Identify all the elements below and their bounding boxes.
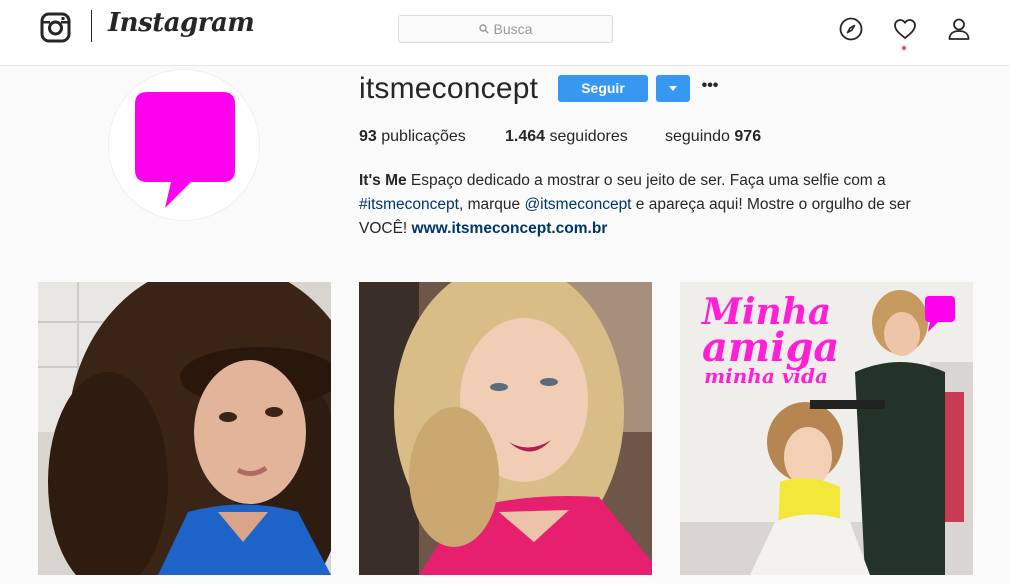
following-stat[interactable]: seguindo 976 <box>665 128 761 146</box>
notification-dot <box>902 46 906 50</box>
speech-bubble-logo-icon <box>135 92 235 208</box>
following-label: seguindo <box>665 128 730 145</box>
profile-avatar[interactable] <box>108 69 260 221</box>
chevron-down-icon <box>669 86 677 91</box>
post-thumbnail[interactable]: Minha amiga minha vida <box>680 282 973 575</box>
follow-button[interactable]: Seguir <box>558 75 648 102</box>
instagram-wordmark[interactable]: Instagram <box>108 8 255 38</box>
bio-text-1: Espaço dedicado a mostrar o seu jeito de… <box>406 172 886 189</box>
suggestions-dropdown-button[interactable] <box>656 75 690 102</box>
top-navbar: Instagram Busca <box>0 0 1010 66</box>
post-photo-blonde-selfie <box>359 282 652 575</box>
bio-hashtag-link[interactable]: #itsmeconcept <box>359 196 459 213</box>
heart-icon[interactable] <box>893 17 917 41</box>
followers-stat[interactable]: 1.464 seguidores <box>505 128 628 146</box>
bio-website-link[interactable]: www.itsmeconcept.com.br <box>412 220 608 237</box>
search-placeholder: Busca <box>493 21 533 37</box>
following-count: 976 <box>734 128 762 145</box>
bio-text-2: , marque <box>458 196 525 213</box>
profile-bio: It's Me Espaço dedicado a mostrar o seu … <box>359 169 939 241</box>
post-thumbnail[interactable] <box>38 282 331 575</box>
search-input[interactable]: Busca <box>398 15 613 43</box>
header-divider <box>91 10 92 42</box>
bio-name: It's Me <box>359 172 407 189</box>
posts-label: publicações <box>381 128 466 145</box>
post-overlay-text: Minha amiga minha vida <box>702 294 839 386</box>
instagram-glyph-icon[interactable] <box>40 12 71 43</box>
user-icon[interactable] <box>947 17 971 41</box>
search-icon <box>478 21 489 37</box>
post-photo-curly-hair <box>38 282 331 575</box>
profile-username: itsmeconcept <box>359 72 539 105</box>
followers-count: 1.464 <box>505 128 546 145</box>
overlay-line-2: amiga <box>702 324 840 371</box>
bio-mention-link[interactable]: @itsmeconcept <box>524 196 631 213</box>
overlay-line-3: minha vida <box>704 364 828 388</box>
more-options-button[interactable]: ••• <box>700 76 720 96</box>
followers-label: seguidores <box>549 128 628 145</box>
post-thumbnail[interactable] <box>359 282 652 575</box>
posts-stat: 93 publicações <box>359 128 466 146</box>
compass-icon[interactable] <box>839 17 863 41</box>
posts-count: 93 <box>359 128 377 145</box>
